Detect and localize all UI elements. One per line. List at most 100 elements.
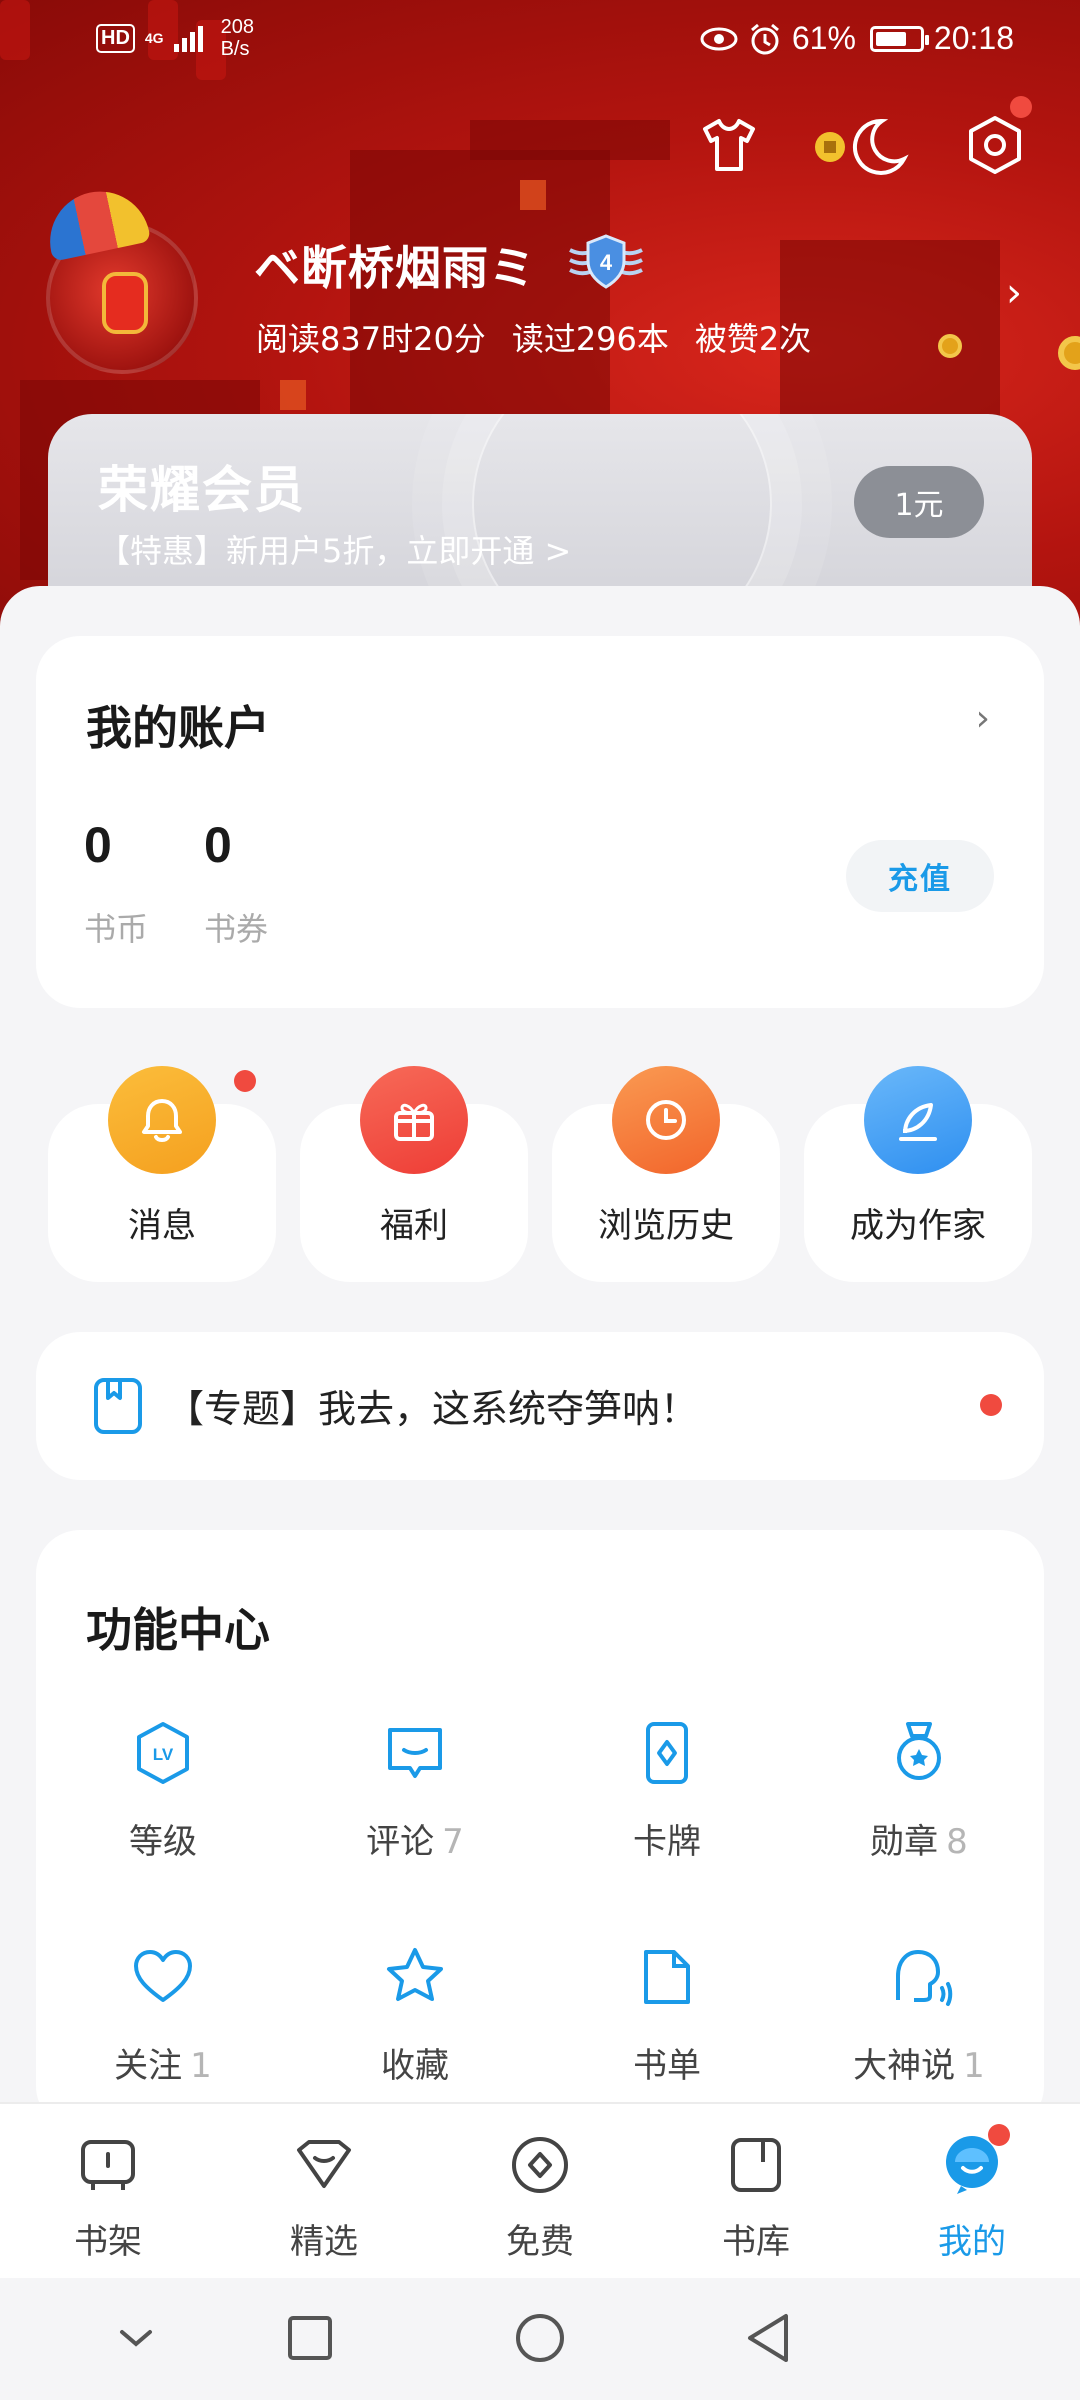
night-mode-button[interactable] (812, 112, 912, 178)
bookmark-book-icon (94, 1378, 142, 1434)
signal-bars-icon (173, 24, 203, 52)
comment-count: 7 (442, 1822, 464, 1862)
nav-bookshelf[interactable]: 书架 (28, 2132, 188, 2263)
nav-label: 我的 (938, 2222, 1006, 2262)
shirt-icon (703, 119, 755, 171)
card-icon (646, 1722, 688, 1784)
topic-text: 【专题】我去，这系统夺笋呐！ (166, 1387, 699, 1431)
quick-action-label: 福利 (380, 1206, 448, 1246)
nav-featured[interactable]: 精选 (244, 2132, 404, 2263)
function-label: 等级 (129, 1822, 197, 1862)
moon-icon (815, 118, 909, 175)
username[interactable]: ベ断桥烟雨ミ (254, 232, 536, 298)
nav-profile[interactable]: 我的 (892, 2132, 1052, 2263)
vip-card[interactable]: 荣耀会员 【特惠】新用户5折，立即开通 > 1元 (48, 414, 1032, 604)
function-label: 大神说 (853, 2046, 956, 2086)
nav-library[interactable]: 书库 (676, 2132, 836, 2263)
level-shield-icon: 4 (569, 234, 643, 289)
speaker-icon (896, 1950, 953, 2006)
alarm-icon (750, 23, 779, 54)
function-comments[interactable]: 评论 7 (300, 1718, 530, 1863)
vip-promo-link[interactable]: 【特惠】新用户5折，立即开通 > (98, 526, 571, 572)
medal-count: 8 (946, 1822, 968, 1862)
battery-icon (869, 25, 929, 52)
vip-card-decoration (472, 414, 772, 604)
function-label: 书单 (633, 2046, 701, 2086)
header-actions (696, 96, 1032, 178)
account-card: 我的账户 › 0 书币 0 书券 充值 (36, 636, 1044, 1008)
function-label: 收藏 (381, 2046, 449, 2086)
hd-badge: HD (96, 23, 135, 53)
function-follows[interactable]: 关注 1 (48, 1942, 278, 2087)
gear-icon (969, 116, 1021, 174)
function-cards[interactable]: 卡牌 (552, 1718, 782, 1863)
settings-notification-dot (1010, 96, 1032, 118)
likes-count: 被赞2次 (694, 320, 812, 358)
home-circle-icon[interactable] (512, 2310, 568, 2366)
network-speed: 208 B/s (220, 16, 254, 60)
battery-percent: 61% (791, 20, 856, 56)
gift-icon (360, 1066, 468, 1174)
function-great-god-says[interactable]: 大神说 1 (804, 1942, 1034, 2087)
nav-label: 免费 (506, 2222, 574, 2262)
nav-free[interactable]: 免费 (460, 2132, 620, 2263)
status-bar: HD 4G 208 B/s 61% 20:18 (0, 0, 1080, 80)
medal-icon (897, 1722, 941, 1780)
vouchers-value: 0 (204, 817, 232, 873)
quill-icon (864, 1066, 972, 1174)
lantern-decoration (102, 272, 148, 334)
star-icon (387, 1948, 443, 2001)
recents-square-icon[interactable] (282, 2310, 338, 2366)
reading-stats: 阅读837时20分 读过296本 被赞2次 (256, 314, 811, 360)
quick-action-label: 浏览历史 (598, 1206, 734, 1246)
library-icon (731, 2138, 781, 2192)
vip-price-button[interactable]: 1元 (854, 466, 984, 538)
bell-icon (108, 1066, 216, 1174)
nav-label: 精选 (290, 2222, 358, 2262)
follow-count: 1 (190, 2046, 212, 2086)
function-level[interactable]: LV 等级 (48, 1718, 278, 1863)
clock-time: 20:18 (933, 20, 1014, 56)
nav-label: 书架 (74, 2222, 142, 2262)
recharge-button[interactable]: 充值 (846, 840, 994, 912)
profile-notification-dot (988, 2124, 1010, 2146)
bottom-navigation: 书架 精选 免费 书库 我的 (0, 2102, 1080, 2278)
settings-button[interactable] (962, 96, 1032, 178)
avatar[interactable] (40, 182, 198, 374)
function-medals[interactable]: 勋章 8 (804, 1718, 1034, 1863)
vip-title: 荣耀会员 (98, 461, 306, 519)
svg-text:LV: LV (153, 1745, 174, 1764)
level-icon: LV (137, 1722, 189, 1784)
function-center-title: 功能中心 (86, 1603, 270, 1657)
comment-icon (388, 1728, 442, 1778)
eye-icon (700, 27, 738, 50)
topic-banner[interactable]: 【专题】我去，这系统夺笋呐！ (36, 1332, 1044, 1480)
level-number: 4 (600, 250, 613, 275)
function-label: 勋章 (870, 1822, 939, 1862)
profile-chevron-right-icon[interactable]: › (1006, 270, 1022, 316)
system-navigation-bar (0, 2278, 1080, 2400)
coins-value: 0 (84, 817, 112, 873)
messages-notification-dot (234, 1070, 256, 1092)
great-god-count: 1 (963, 2046, 985, 2086)
theme-shirt-button[interactable] (696, 112, 762, 178)
quick-action-label: 成为作家 (850, 1206, 986, 1246)
books-read: 读过296本 (511, 320, 669, 358)
function-center-card: 功能中心 LV 等级 评论 7 卡牌 勋章 8 关注 1 收藏 书单 大神说 1 (36, 1530, 1044, 2130)
collapse-chevron-down-icon[interactable] (108, 2310, 164, 2366)
account-chevron-right-icon[interactable]: › (976, 698, 990, 739)
bookshelf-icon (81, 2140, 135, 2190)
featured-icon (297, 2140, 351, 2188)
function-booklists[interactable]: 书单 (552, 1942, 782, 2087)
back-triangle-icon[interactable] (742, 2310, 798, 2366)
free-icon (512, 2137, 568, 2193)
function-label: 卡牌 (633, 1822, 701, 1862)
coins-label: 书币 (84, 910, 149, 948)
vouchers-label: 书券 (204, 910, 269, 948)
function-label: 评论 (366, 1822, 435, 1862)
function-favorites[interactable]: 收藏 (300, 1942, 530, 2087)
reading-time: 阅读837时20分 (256, 320, 486, 358)
booklist-icon (644, 1950, 690, 2004)
function-label: 关注 (114, 2046, 183, 2086)
network-type: 4G (144, 30, 164, 46)
